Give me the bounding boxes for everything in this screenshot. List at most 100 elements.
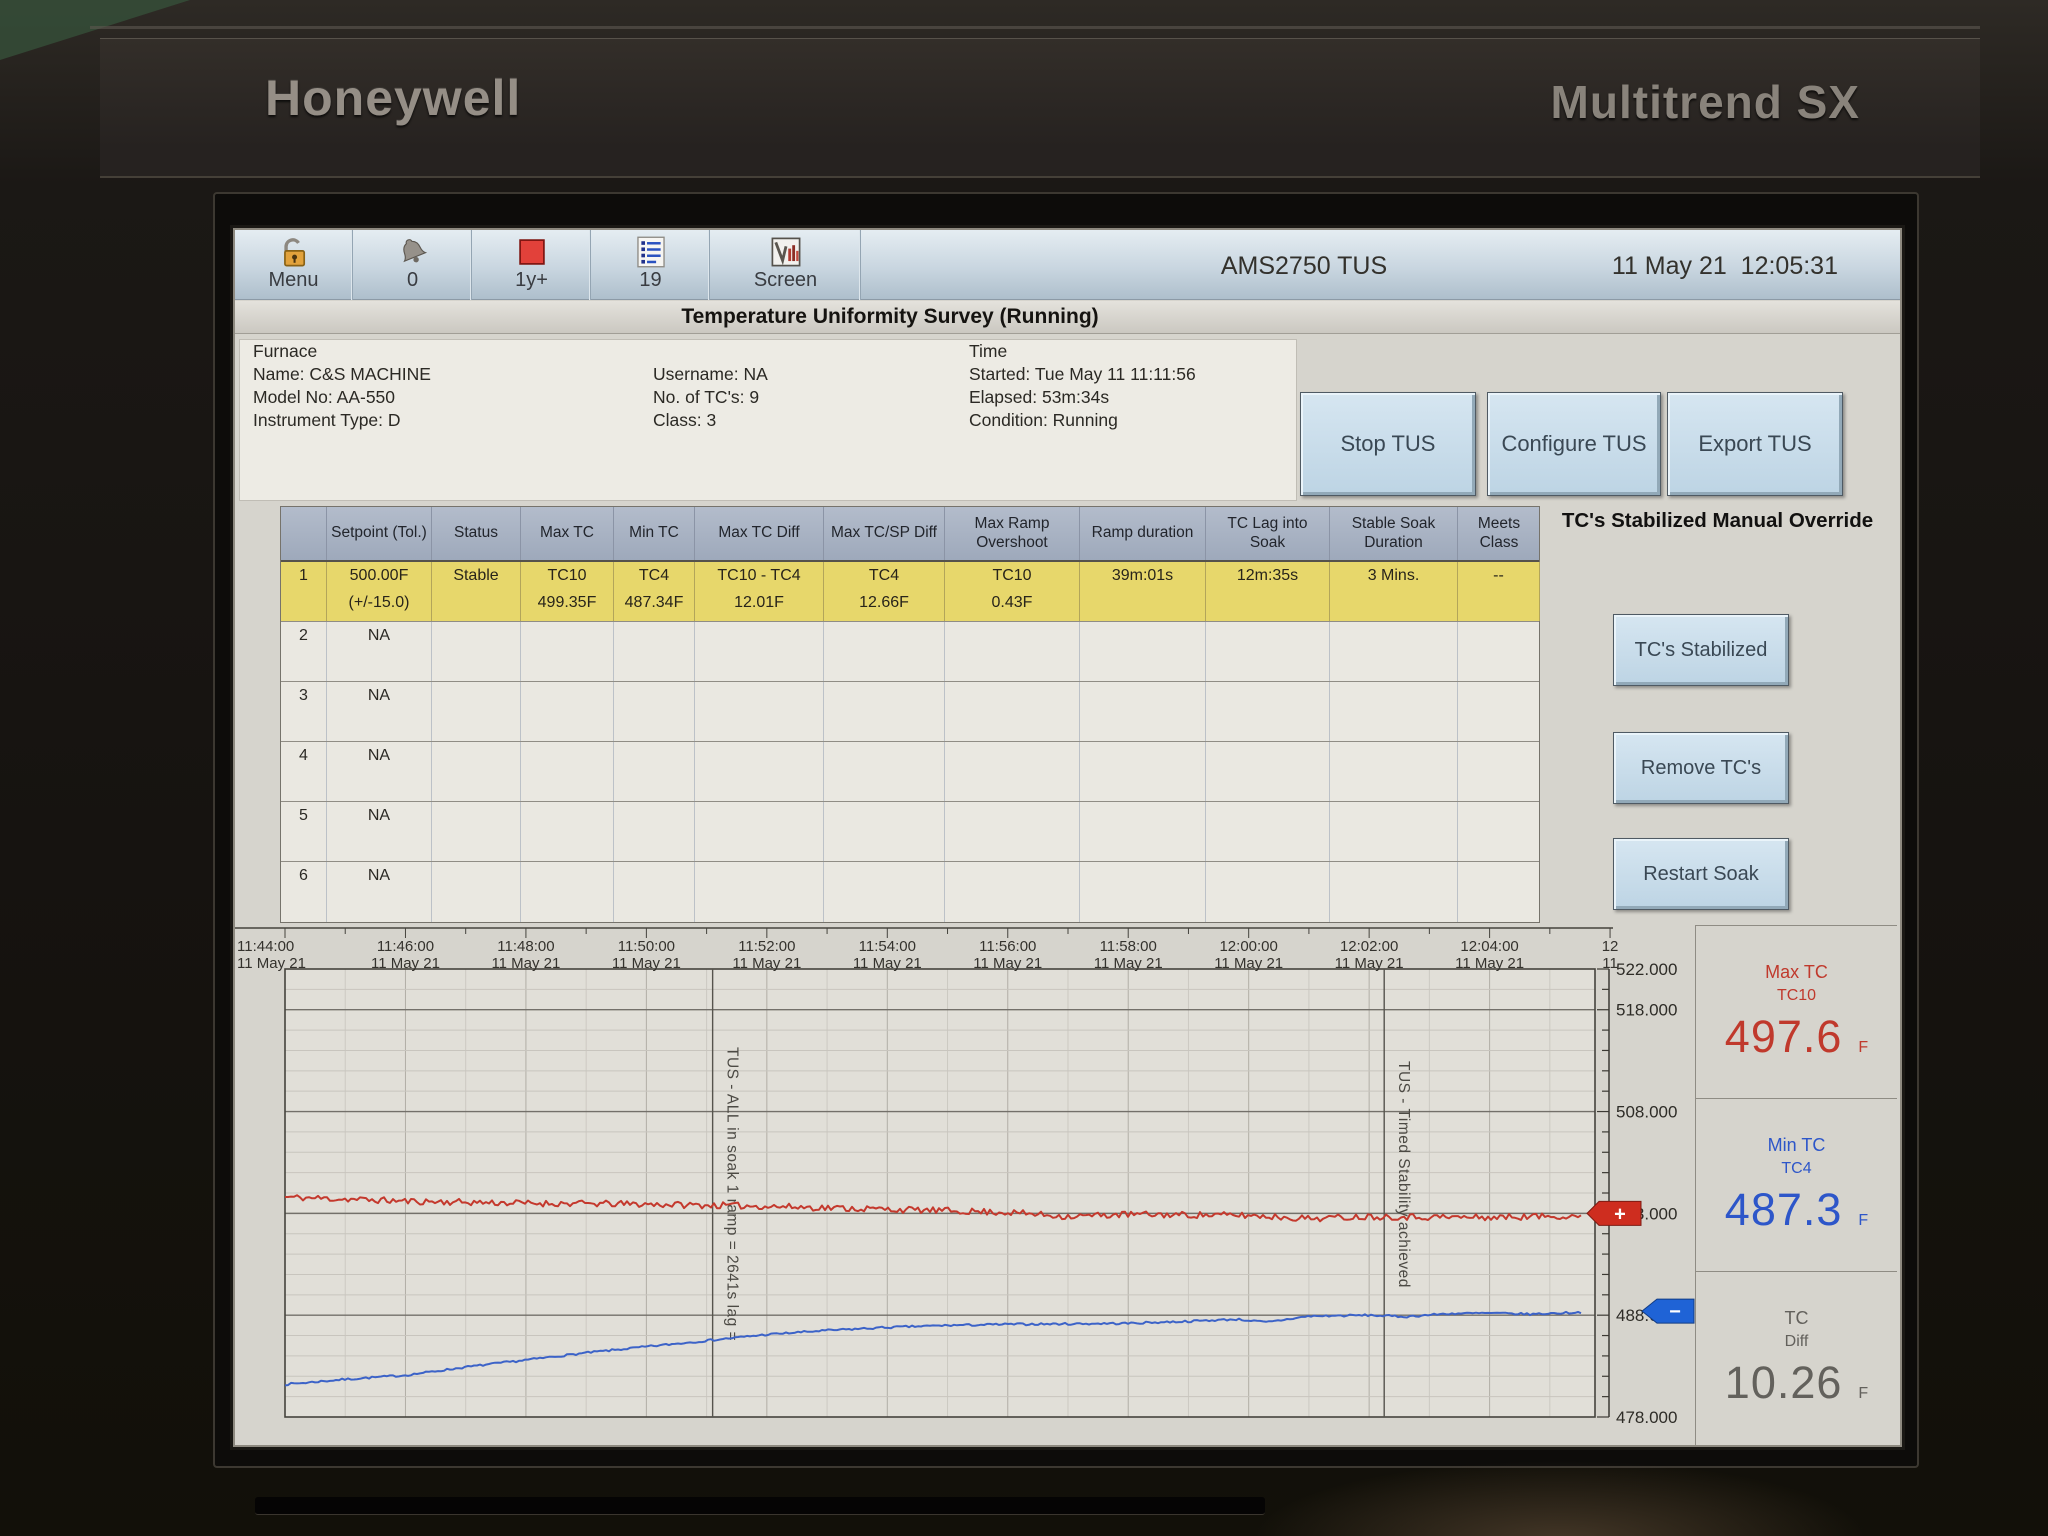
- table-cell: NA: [327, 802, 432, 861]
- configure-tus-button[interactable]: Configure TUS: [1487, 392, 1661, 496]
- messages-button[interactable]: 19: [592, 230, 710, 300]
- survey-info-block: Username: NA No. of TC's: 9 Class: 3: [653, 363, 768, 432]
- message-count-label: 19: [639, 269, 662, 291]
- x-tick-date: 11 May 21: [732, 955, 801, 972]
- table-cell: [945, 682, 1080, 741]
- y-tick-label: 508.000: [1616, 1103, 1677, 1122]
- time-heading: Time: [969, 341, 1008, 361]
- table-cell: [432, 682, 521, 741]
- table-cell: 39m:01s: [1080, 562, 1206, 621]
- table-cell: [614, 742, 695, 801]
- message-list-icon: [636, 236, 665, 268]
- row-number: 3: [281, 682, 327, 741]
- tc-diff-readout: TC Diff 10.26 F: [1696, 1272, 1897, 1445]
- toolbar: Menu 0 1y+ 19 Screen AMS2750 TUS 11 May …: [235, 230, 1900, 300]
- table-cell: [1330, 862, 1458, 922]
- x-tick-time: 11:44:00: [237, 938, 294, 955]
- table-row: 1 500.00F (+/-15.0) Stable TC10 499.35F TC4 487…: [281, 562, 1540, 622]
- screen-button[interactable]: Screen: [711, 230, 861, 300]
- x-tick-time: 11:58:00: [1100, 938, 1157, 955]
- table-cell: [1080, 682, 1206, 741]
- column-header: Status: [432, 507, 521, 560]
- menu-label: Menu: [268, 269, 319, 291]
- table-cell: [521, 862, 614, 922]
- table-cell: [614, 682, 695, 741]
- export-tus-button[interactable]: Export TUS: [1667, 392, 1843, 496]
- datetime-display: 11 May 21 12:05:31: [1611, 252, 1838, 280]
- max-tc-label: Max TC: [1765, 961, 1828, 982]
- column-header: Max TC: [521, 507, 614, 560]
- table-cell: [1458, 682, 1540, 741]
- table-cell: [824, 802, 945, 861]
- table-cell: [695, 622, 824, 681]
- max-tc-unit: F: [1858, 1038, 1869, 1056]
- table-cell: [432, 622, 521, 681]
- time-elapsed: Elapsed: 53m:34s: [969, 387, 1110, 407]
- screen-label: Screen: [753, 269, 818, 291]
- brand-logo: Honeywell: [265, 70, 522, 126]
- table-cell: TC10 0.43F: [945, 562, 1080, 621]
- tc-count: No. of TC's: 9: [653, 387, 760, 407]
- table-cell: [1080, 862, 1206, 922]
- table-cell: 3 Mins.: [1330, 562, 1458, 621]
- override-title: TC's Stabilized Manual Override: [1561, 509, 1874, 532]
- alarms-button[interactable]: 0: [354, 230, 472, 300]
- column-header: [281, 507, 327, 560]
- tc-diff-unit: F: [1858, 1385, 1869, 1402]
- table-cell: [432, 742, 521, 801]
- table-cell: [1458, 742, 1540, 801]
- remove-tcs-button[interactable]: Remove TC's: [1613, 732, 1789, 804]
- time-info-block: Time Started: Tue May 11 11:11:56 Elapse…: [969, 340, 1196, 432]
- recorder-device: Honeywell Multitrend SX Menu 0 1y+ 19 Sc…: [0, 0, 2048, 1536]
- row-number: 6: [281, 862, 327, 922]
- padlock-icon: [283, 238, 305, 267]
- table-cell: [1458, 862, 1540, 922]
- username: Username: NA: [653, 364, 768, 384]
- table-cell: [1458, 622, 1540, 681]
- table-cell: [1206, 622, 1330, 681]
- table-cell: [824, 682, 945, 741]
- restart-soak-button[interactable]: Restart Soak: [1613, 838, 1789, 910]
- max-tc-readout: Max TC TC10 497.6 F: [1696, 926, 1897, 1099]
- x-tick-date: 11 May 21: [1455, 955, 1524, 972]
- furnace-heading: Furnace: [253, 341, 318, 361]
- page-title-bar: Temperature Uniformity Survey (Running): [235, 301, 1900, 334]
- tc-diff-sub: Diff: [1784, 1333, 1809, 1350]
- info-section: Furnace Name: C&S MACHINE Model No: AA-5…: [235, 334, 1900, 506]
- column-header: Ramp duration: [1080, 507, 1206, 560]
- max-tc-value: 497.6: [1724, 1010, 1843, 1062]
- table-cell: --: [1458, 562, 1540, 621]
- class: Class: 3: [653, 410, 717, 430]
- tc-diff-value: 10.26: [1724, 1357, 1843, 1408]
- app-title: AMS2750 TUS: [1220, 252, 1388, 280]
- readout-panel: Max TC TC10 497.6 F Min TC TC4 487.3 F T…: [1695, 925, 1897, 1445]
- page-title: Temperature Uniformity Survey (Running): [681, 305, 1099, 328]
- tus-table-header: Setpoint (Tol.) Status Max TC Min TC Max TC …: [281, 507, 1539, 562]
- override-panel: TC's Stabilized Manual Override TC's Sta…: [1545, 506, 1890, 921]
- table-row: 5 NA: [281, 802, 1539, 862]
- x-tick-date: 11 May 21: [1094, 955, 1163, 972]
- table-row: 3 NA: [281, 682, 1539, 742]
- table-cell: [945, 622, 1080, 681]
- x-tick-time: 12:02:00: [1340, 938, 1398, 955]
- row-number: 1: [281, 562, 327, 621]
- event-annotation: TUS - Timed Stability achieved: [1395, 1061, 1412, 1288]
- x-tick-date: 11 May 21: [491, 955, 560, 972]
- minus-marker-icon: −: [1669, 1301, 1681, 1323]
- menu-button[interactable]: Menu: [235, 230, 353, 300]
- column-header: Max TC Diff: [695, 507, 824, 560]
- row-number: 5: [281, 802, 327, 861]
- x-tick-time: 12: [1602, 938, 1619, 955]
- min-tc-channel: TC4: [1781, 1159, 1812, 1177]
- stop-tus-button[interactable]: Stop TUS: [1300, 392, 1476, 496]
- max-tc-channel: TC10: [1776, 986, 1817, 1004]
- table-cell: [945, 802, 1080, 861]
- table-cell: [614, 622, 695, 681]
- table-cell: [1330, 802, 1458, 861]
- record-button[interactable]: 1y+: [473, 230, 591, 300]
- column-header: Meets Class: [1477, 515, 1521, 551]
- tcs-stabilized-button[interactable]: TC's Stabilized: [1613, 614, 1789, 686]
- table-cell: [945, 742, 1080, 801]
- table-cell: [1080, 622, 1206, 681]
- tc-diff-label: TC: [1784, 1308, 1809, 1328]
